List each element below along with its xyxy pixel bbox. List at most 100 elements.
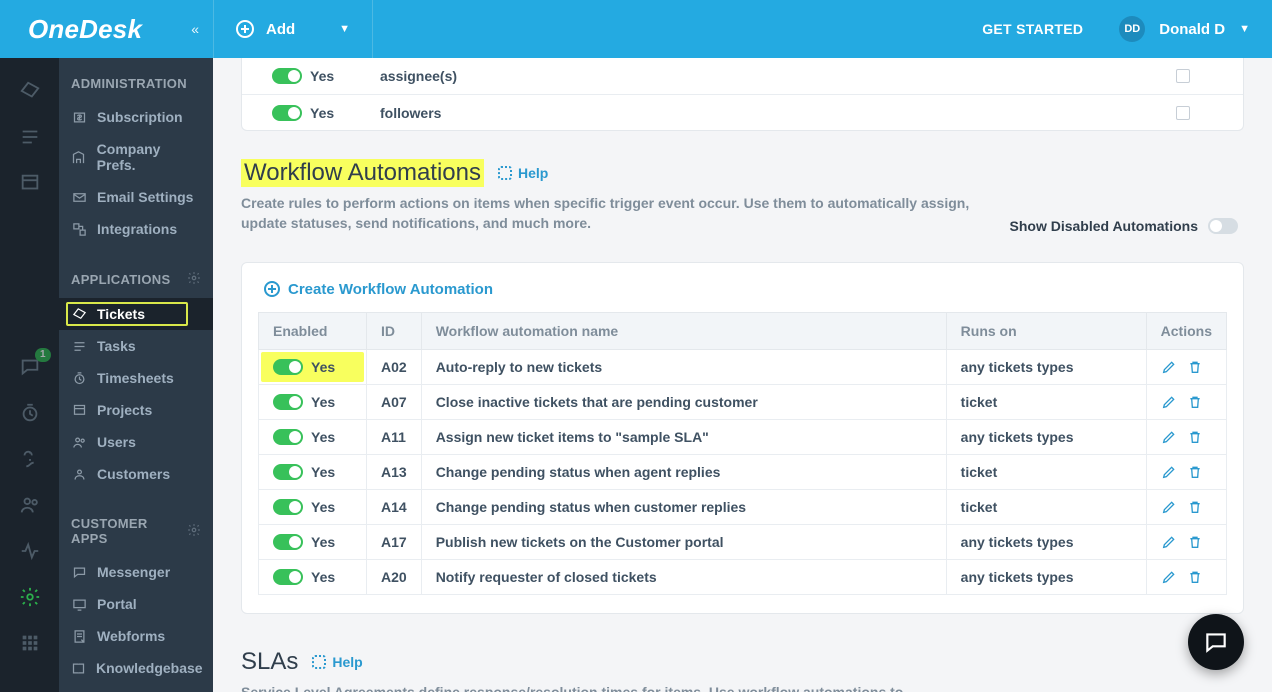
add-button[interactable]: Add ▼	[213, 0, 373, 58]
delete-icon[interactable]	[1187, 429, 1203, 445]
cell-id: A17	[367, 524, 422, 559]
delete-icon[interactable]	[1187, 359, 1203, 375]
sidebar-item-messenger[interactable]: Messenger	[59, 556, 213, 588]
sidebar-item-integrations[interactable]: Integrations	[59, 213, 213, 245]
logo-area: OneDesk «	[0, 0, 213, 58]
cell-id: A14	[367, 489, 422, 524]
get-started-button[interactable]: GET STARTED	[958, 0, 1107, 58]
customers-icon	[71, 467, 87, 482]
section-description: Service Level Agreements define response…	[241, 682, 972, 692]
table-row: Yes followers	[242, 94, 1243, 130]
rail-projects-icon[interactable]	[19, 172, 41, 190]
rail-settings-icon[interactable]	[19, 586, 41, 604]
toggle[interactable]	[273, 429, 303, 445]
table-row: YesA11Assign new ticket items to "sample…	[259, 419, 1227, 454]
chat-icon	[1203, 629, 1229, 655]
cell-runs: any tickets types	[946, 559, 1146, 594]
add-label: Add	[266, 21, 295, 38]
cell-runs: ticket	[946, 489, 1146, 524]
row-label: followers	[372, 105, 1123, 121]
toggle[interactable]	[273, 359, 303, 375]
checkbox[interactable]	[1176, 69, 1190, 83]
toggle-off[interactable]	[1208, 218, 1238, 234]
sidebar-item-knowledgebase[interactable]: Knowledgebase	[59, 652, 213, 684]
section-title: SLAs	[241, 648, 298, 676]
edit-icon[interactable]	[1161, 499, 1177, 515]
toggle[interactable]	[273, 394, 303, 410]
sidebar-item-company-prefs[interactable]: Company Prefs.	[59, 133, 213, 181]
table-row: YesA17Publish new tickets on the Custome…	[259, 524, 1227, 559]
integrations-icon	[71, 222, 87, 237]
sidebar-item-customers[interactable]: Customers	[59, 458, 213, 490]
delete-icon[interactable]	[1187, 534, 1203, 550]
kb-icon	[71, 661, 86, 676]
show-disabled-toggle[interactable]: Show Disabled Automations	[1010, 218, 1239, 234]
delete-icon[interactable]	[1187, 394, 1203, 410]
user-menu[interactable]: DD Donald D ▼	[1107, 0, 1272, 58]
sidebar-item-tasks[interactable]: Tasks	[59, 330, 213, 362]
toggle[interactable]	[272, 68, 302, 84]
wa-card: Create Workflow Automation Enabled ID Wo…	[241, 262, 1244, 614]
edit-icon[interactable]	[1161, 394, 1177, 410]
sidebar-item-users[interactable]: Users	[59, 426, 213, 458]
cell-name: Auto-reply to new tickets	[421, 349, 946, 384]
rail-users-icon[interactable]	[19, 494, 41, 512]
toggle[interactable]	[272, 105, 302, 121]
icon-rail: 1	[0, 58, 59, 692]
sidebar-item-email-settings[interactable]: Email Settings	[59, 181, 213, 213]
create-workflow-link[interactable]: Create Workflow Automation	[258, 281, 1227, 312]
section-title: Workflow Automations	[241, 159, 484, 187]
ticket-icon	[71, 307, 87, 322]
gear-icon[interactable]	[187, 523, 201, 540]
edit-icon[interactable]	[1161, 534, 1177, 550]
sidebar-head-administration: ADMINISTRATION	[59, 58, 213, 101]
rail-activity-icon[interactable]	[19, 540, 41, 558]
cell-runs: ticket	[946, 384, 1146, 419]
collapse-sidebar-icon[interactable]: «	[191, 21, 199, 37]
rail-messenger-icon[interactable]: 1	[19, 356, 41, 374]
webforms-icon	[71, 629, 87, 644]
edit-icon[interactable]	[1161, 464, 1177, 480]
chat-fab[interactable]	[1188, 614, 1244, 670]
cell-runs: any tickets types	[946, 524, 1146, 559]
edit-icon[interactable]	[1161, 429, 1177, 445]
col-enabled: Enabled	[259, 312, 367, 349]
delete-icon[interactable]	[1187, 499, 1203, 515]
toggle[interactable]	[273, 534, 303, 550]
checkbox[interactable]	[1176, 106, 1190, 120]
toggle[interactable]	[273, 569, 303, 585]
toggle[interactable]	[273, 499, 303, 515]
avatar: DD	[1119, 16, 1145, 42]
edit-icon[interactable]	[1161, 569, 1177, 585]
rail-tasks-icon[interactable]	[19, 126, 41, 144]
help-link[interactable]: Help	[312, 654, 362, 670]
sidebar-item-tickets[interactable]: Tickets	[59, 298, 213, 330]
messenger-icon	[71, 565, 87, 580]
col-id: ID	[367, 312, 422, 349]
sidebar-item-timesheets[interactable]: Timesheets	[59, 362, 213, 394]
user-name: Donald D	[1159, 21, 1225, 38]
rail-tickets-icon[interactable]	[19, 80, 41, 98]
rail-finance-icon[interactable]	[19, 448, 41, 466]
cell-name: Assign new ticket items to "sample SLA"	[421, 419, 946, 454]
cell-runs: ticket	[946, 454, 1146, 489]
wa-title-row: Workflow Automations Help	[241, 159, 1244, 187]
table-row: YesA02Auto-reply to new ticketsany ticke…	[259, 349, 1227, 384]
delete-icon[interactable]	[1187, 464, 1203, 480]
rail-clock-icon[interactable]	[19, 402, 41, 420]
toggle[interactable]	[273, 464, 303, 480]
cell-name: Close inactive tickets that are pending …	[421, 384, 946, 419]
delete-icon[interactable]	[1187, 569, 1203, 585]
cell-id: A07	[367, 384, 422, 419]
sidebar-item-subscription[interactable]: Subscription	[59, 101, 213, 133]
gear-icon[interactable]	[187, 271, 201, 288]
edit-icon[interactable]	[1161, 359, 1177, 375]
rail-apps-icon[interactable]	[19, 632, 41, 650]
sidebar-item-webforms[interactable]: Webforms	[59, 620, 213, 652]
top-bar: OneDesk « Add ▼ GET STARTED DD Donald D …	[0, 0, 1272, 58]
sidebar-item-portal[interactable]: Portal	[59, 588, 213, 620]
table-row: YesA14Change pending status when custome…	[259, 489, 1227, 524]
sidebar-item-projects[interactable]: Projects	[59, 394, 213, 426]
help-link[interactable]: Help	[498, 165, 548, 181]
table-row: YesA20Notify requester of closed tickets…	[259, 559, 1227, 594]
